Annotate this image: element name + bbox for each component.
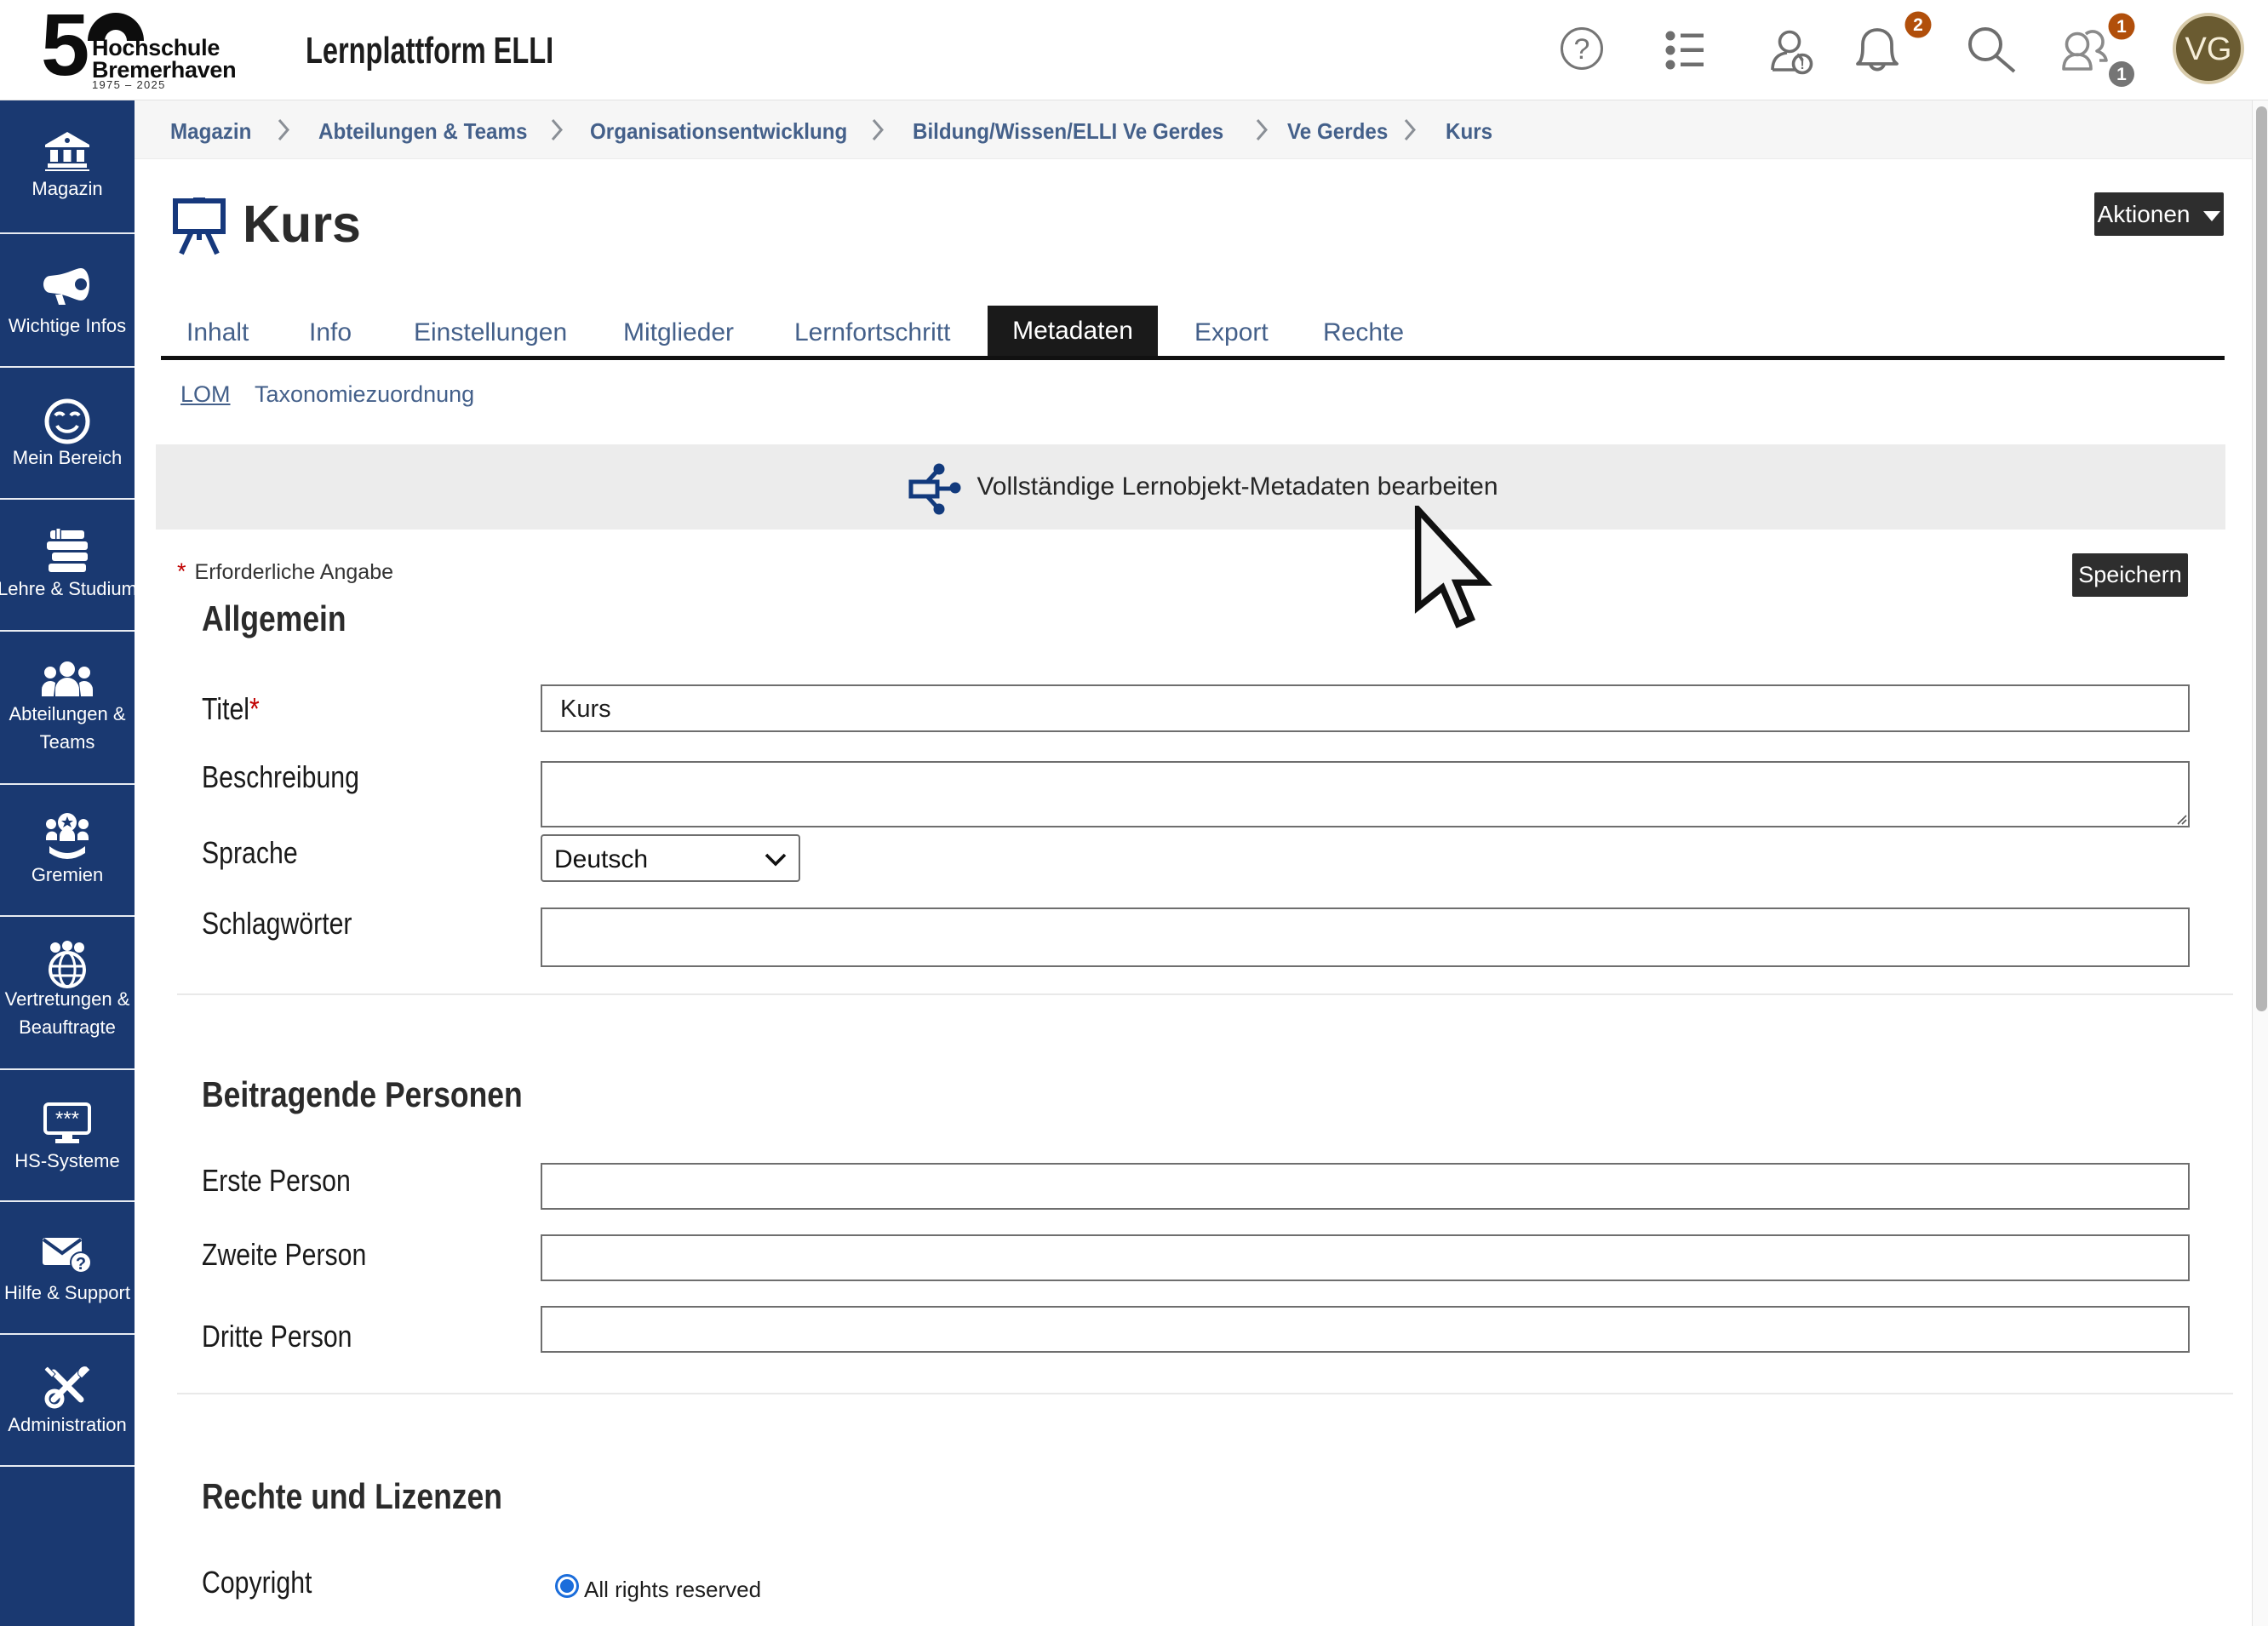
svg-text:?: ?: [1574, 33, 1590, 66]
svg-text:1: 1: [2116, 17, 2127, 37]
svg-text:1: 1: [2116, 65, 2127, 84]
svg-text:VG: VG: [2185, 31, 2232, 67]
svg-text:2: 2: [1913, 15, 1923, 35]
svg-text:?: ?: [76, 1255, 86, 1274]
svg-text:!: !: [1800, 58, 1804, 72]
svg-text:***: ***: [55, 1108, 79, 1131]
